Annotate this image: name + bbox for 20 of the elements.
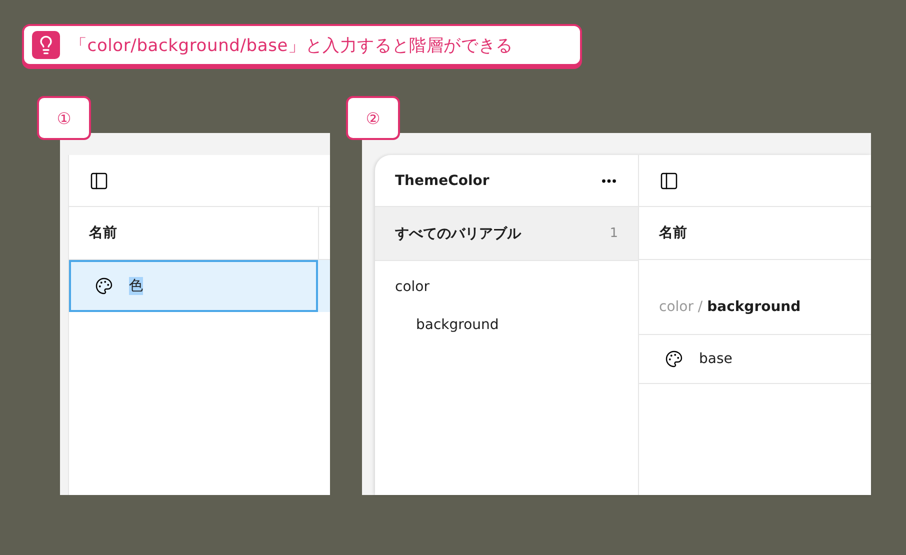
collection-group[interactable]: すべてのバリアブル 1 bbox=[375, 207, 638, 261]
tree-item[interactable]: color bbox=[395, 279, 638, 295]
variable-count: 1 bbox=[610, 226, 618, 241]
palette-icon bbox=[665, 350, 683, 368]
group-path: color / background bbox=[659, 299, 801, 315]
column-header: 名前 bbox=[659, 224, 687, 242]
group-label: すべてのバリアブル bbox=[395, 224, 521, 242]
collection-title: ThemeColor bbox=[395, 172, 490, 188]
variable-row[interactable]: base bbox=[639, 335, 871, 384]
sidebar-toggle-icon[interactable] bbox=[659, 170, 679, 190]
step-badge: ② bbox=[346, 96, 400, 140]
palette-icon bbox=[95, 277, 113, 295]
variable-name: 色 bbox=[129, 277, 143, 295]
step-badge: ① bbox=[37, 96, 91, 140]
sidebar-toggle-icon[interactable] bbox=[89, 170, 109, 190]
variable-name: base bbox=[699, 351, 732, 367]
column-header: 名前 bbox=[89, 224, 117, 242]
tip-text: 「color/background/base」と入力すると階層ができる bbox=[70, 34, 513, 56]
lightbulb-icon bbox=[32, 31, 60, 59]
tree-item[interactable]: background bbox=[416, 317, 638, 333]
